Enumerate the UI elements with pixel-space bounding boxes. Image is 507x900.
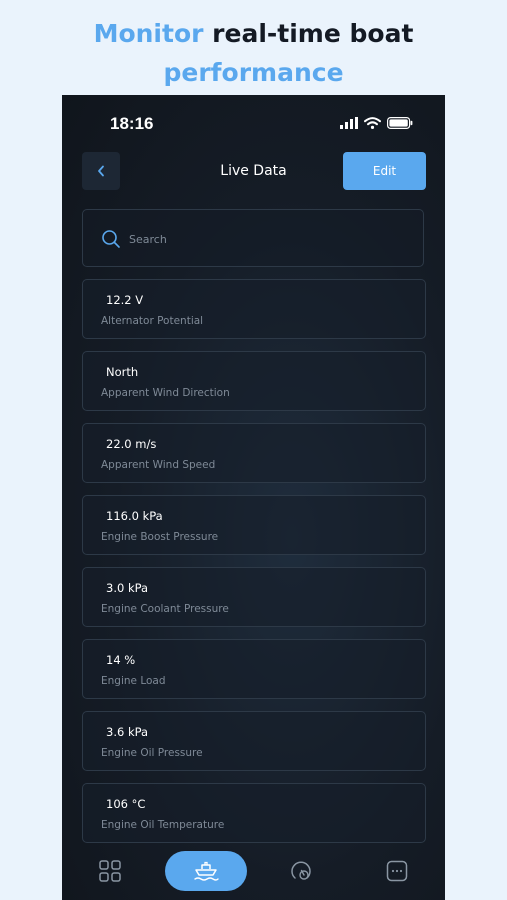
item-label: Engine Load <box>101 675 166 687</box>
live-data-list: 12.2 V Alternator Potential North Appare… <box>82 279 426 855</box>
list-item[interactable]: 3.0 kPa Engine Coolant Pressure <box>82 567 426 627</box>
item-value: 12.2 V <box>106 293 144 307</box>
speedometer-icon <box>291 861 311 880</box>
tab-bar <box>62 846 445 900</box>
list-item[interactable]: 116.0 kPa Engine Boost Pressure <box>82 495 426 555</box>
item-value: 3.6 kPa <box>106 725 149 739</box>
item-label: Alternator Potential <box>101 315 204 327</box>
status-icons <box>340 117 413 129</box>
boat-icon <box>194 861 219 881</box>
headline-text: real-time boat <box>203 19 414 48</box>
item-value: 3.0 kPa <box>106 581 149 595</box>
signal-icon <box>340 117 358 129</box>
tab-dashboard[interactable] <box>96 857 124 885</box>
tab-boat[interactable] <box>165 851 247 891</box>
status-time: 18:16 <box>110 114 154 133</box>
item-label: Engine Oil Temperature <box>101 819 225 831</box>
item-value: 22.0 m/s <box>106 437 157 451</box>
list-item[interactable]: North Apparent Wind Direction <box>82 351 426 411</box>
item-value: 14 % <box>106 653 136 667</box>
more-icon <box>386 860 408 882</box>
tab-more[interactable] <box>383 857 411 885</box>
item-label: Engine Coolant Pressure <box>101 603 229 615</box>
list-item[interactable]: 12.2 V Alternator Potential <box>82 279 426 339</box>
list-item[interactable]: 22.0 m/s Apparent Wind Speed <box>82 423 426 483</box>
grid-icon <box>99 860 121 882</box>
item-value: North <box>106 365 139 379</box>
headline-accent-word: Monitor <box>93 19 204 48</box>
battery-icon <box>387 117 413 129</box>
item-label: Engine Oil Pressure <box>101 747 203 759</box>
headline-accent-line: performance <box>163 58 344 87</box>
wifi-icon <box>364 117 381 129</box>
phone-screen: 18:16 Live Data Edit Search 12.2 V Alter… <box>62 95 445 900</box>
list-item[interactable]: 3.6 kPa Engine Oil Pressure <box>82 711 426 771</box>
nav-bar: Live Data Edit <box>62 152 445 192</box>
item-label: Apparent Wind Speed <box>101 459 216 471</box>
list-item[interactable]: 106 °C Engine Oil Temperature <box>82 783 426 843</box>
item-label: Apparent Wind Direction <box>101 387 230 399</box>
marketing-headline: Monitor real-time boat performance <box>0 14 507 92</box>
search-icon <box>102 230 120 248</box>
edit-button[interactable]: Edit <box>343 152 426 190</box>
search-bar[interactable] <box>82 209 424 267</box>
list-item[interactable]: 14 % Engine Load <box>82 639 426 699</box>
status-bar: 18:16 <box>62 95 445 151</box>
item-value: 106 °C <box>106 797 146 811</box>
item-value: 116.0 kPa <box>106 509 163 523</box>
item-label: Engine Boost Pressure <box>101 531 219 543</box>
tab-gauge[interactable] <box>287 857 315 885</box>
search-input[interactable] <box>129 229 389 249</box>
